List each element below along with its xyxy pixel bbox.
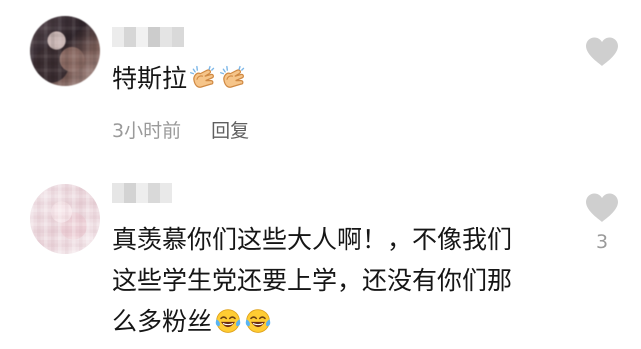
comment-text-line: 特斯拉 xyxy=(112,64,188,93)
reply-button[interactable]: 回复 xyxy=(211,116,249,143)
tears-of-joy-emoji xyxy=(215,309,241,333)
username-blurred[interactable] xyxy=(112,183,172,203)
avatar[interactable] xyxy=(30,184,100,254)
clapping-hands-emoji xyxy=(190,65,215,88)
like-count: 3 xyxy=(595,231,609,253)
username-blurred[interactable] xyxy=(112,27,184,47)
comment-meta: 3小时前 回复 xyxy=(112,116,249,143)
comment-text: 真羡慕你们这些大人啊！，不像我们 这些学生党还要上学，还没有你们那 么多粉丝 xyxy=(112,219,512,342)
comment-text-line: 么多粉丝 xyxy=(112,307,213,336)
comment-item: 真羡慕你们这些大人啊！，不像我们 这些学生党还要上学，还没有你们那 么多粉丝 3 xyxy=(0,170,641,349)
comment-text-line: 这些学生党还要上学，还没有你们那 xyxy=(112,266,513,295)
tears-of-joy-emoji xyxy=(245,309,271,333)
comment-text: 特斯拉 xyxy=(112,58,247,99)
heart-icon[interactable] xyxy=(584,192,620,224)
comment-item: 特斯拉 3小时前 回复 xyxy=(0,0,641,170)
clapping-hands-emoji xyxy=(220,65,245,88)
avatar[interactable] xyxy=(30,16,100,86)
heart-icon[interactable] xyxy=(584,36,620,68)
comment-time: 3小时前 xyxy=(112,120,182,142)
comment-text-line: 真羡慕你们这些大人啊！，不像我们 xyxy=(112,225,513,254)
comment-text-line-with-emoji: 么多粉丝 xyxy=(112,301,512,342)
